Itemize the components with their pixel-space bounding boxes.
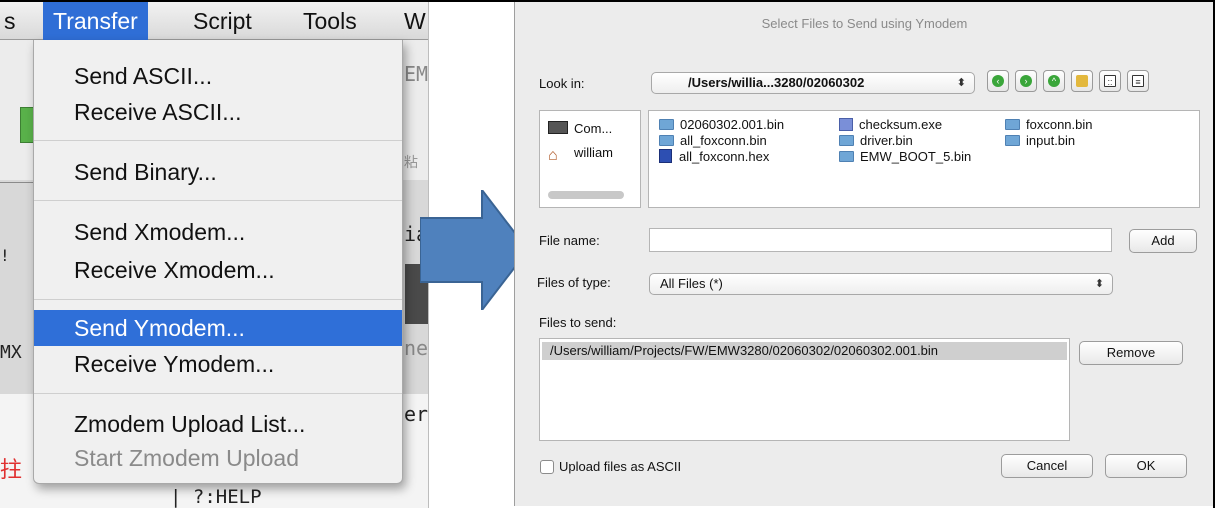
folder-icon	[839, 135, 854, 146]
folder-icon	[659, 119, 674, 130]
menu-item-send-binary[interactable]: Send Binary...	[34, 154, 402, 190]
files-to-send-list: /Users/william/Projects/FW/EMW3280/02060…	[539, 338, 1070, 441]
cancel-button[interactable]: Cancel	[1001, 454, 1093, 478]
menu-item-receive-ascii[interactable]: Receive ASCII...	[34, 94, 402, 130]
menu-item-receive-ymodem[interactable]: Receive Ymodem...	[34, 346, 402, 382]
menu-item-send-ymodem[interactable]: Send Ymodem...	[34, 310, 402, 346]
place-computer[interactable]: Com...	[548, 121, 612, 137]
file-item[interactable]: checksum.exe	[839, 117, 942, 133]
detail-view-button[interactable]: ≡	[1127, 70, 1149, 92]
list-view-icon: ::	[1104, 75, 1116, 87]
menu-bar-item-script[interactable]: Script	[183, 2, 262, 40]
look-in-value: /Users/willia...3280/02060302	[688, 75, 865, 90]
select-files-dialog: Select Files to Send using Ymodem Look i…	[514, 2, 1213, 506]
files-of-type-select[interactable]: All Files (*) ⬍	[649, 273, 1113, 295]
bg-text-eri: eri	[404, 402, 428, 426]
files-of-type-label: Files of type:	[537, 275, 611, 290]
folder-icon	[839, 151, 854, 162]
securecrt-transfer-menu-screenshot: EM 粘 ia ne ! MX eri 拄 | ?:HELP s Transfe…	[0, 2, 428, 508]
menu-separator	[34, 140, 402, 141]
menu-bar-item-w[interactable]: W	[394, 2, 428, 40]
menu-item-send-ascii[interactable]: Send ASCII...	[34, 58, 402, 94]
transfer-dropdown-menu: Send ASCII... Receive ASCII... Send Bina…	[33, 40, 403, 484]
bg-red-text: 拄	[0, 457, 23, 482]
bg-text-help: | ?:HELP	[170, 486, 262, 508]
menu-item-send-xmodem[interactable]: Send Xmodem...	[34, 214, 402, 250]
look-in-select[interactable]: /Users/willia...3280/02060302 ⬍	[651, 72, 975, 94]
menu-separator	[34, 200, 402, 201]
places-sidebar: Com... ⌂ william	[539, 110, 641, 208]
file-browser: 02060302.001.bin all_foxconn.bin all_fox…	[648, 110, 1200, 208]
new-folder-button[interactable]	[1071, 70, 1093, 92]
bg-text-mx: MX	[0, 342, 22, 363]
back-button[interactable]: ‹	[987, 70, 1009, 92]
computer-icon	[548, 121, 568, 134]
place-home[interactable]: ⌂ william	[548, 145, 613, 164]
ok-button[interactable]: OK	[1105, 454, 1187, 478]
bg-text-em: EM	[404, 62, 428, 86]
sidebar-scrollbar[interactable]	[548, 191, 624, 199]
file-item[interactable]: EMW_BOOT_5.bin	[839, 149, 971, 165]
menu-item-start-zmodem-upload: Start Zmodem Upload	[74, 445, 299, 471]
folder-icon	[1005, 135, 1020, 146]
remove-button[interactable]: Remove	[1079, 341, 1183, 365]
bg-text-cjk: 粘	[404, 155, 418, 171]
folder-icon	[659, 135, 674, 146]
folder-icon	[1005, 119, 1020, 130]
file-name-input[interactable]	[649, 228, 1112, 252]
dialog-title: Select Files to Send using Ymodem	[761, 16, 968, 31]
up-folder-button[interactable]: ^	[1043, 70, 1065, 92]
up-arrow-icon: ^	[1048, 75, 1060, 87]
file-item[interactable]: all_foxconn.bin	[659, 133, 767, 149]
menu-item-receive-xmodem[interactable]: Receive Xmodem...	[34, 252, 402, 288]
file-item[interactable]: driver.bin	[839, 133, 913, 149]
files-to-send-label: Files to send:	[539, 315, 617, 330]
look-in-label: Look in:	[539, 76, 585, 91]
menu-item-zmodem-upload-list[interactable]: Zmodem Upload List...	[34, 406, 402, 442]
detail-view-icon: ≡	[1132, 75, 1144, 87]
exe-file-icon	[839, 118, 853, 131]
upload-ascii-label: Upload files as ASCII	[559, 459, 682, 474]
file-item[interactable]: all_foxconn.hex	[659, 149, 769, 165]
hex-file-icon	[659, 149, 672, 163]
home-icon: ⌂	[548, 147, 558, 164]
back-arrow-icon: ‹	[992, 75, 1004, 87]
forward-button[interactable]: ›	[1015, 70, 1037, 92]
forward-arrow-icon: ›	[1020, 75, 1032, 87]
bg-text-bars: !	[0, 246, 10, 265]
file-item[interactable]: input.bin	[1005, 133, 1075, 149]
bg-text-ne: ne	[404, 336, 428, 360]
menu-bar: s Transfer Script Tools W	[0, 2, 428, 40]
file-name-label: File name:	[539, 233, 600, 248]
file-item[interactable]: foxconn.bin	[1005, 117, 1093, 133]
add-button[interactable]: Add	[1129, 229, 1197, 253]
chevron-updown-icon: ⬍	[956, 77, 966, 89]
upload-ascii-checkbox[interactable]	[540, 460, 554, 474]
menu-separator	[34, 393, 402, 394]
menu-bar-item-s[interactable]: s	[0, 2, 26, 40]
menu-bar-item-transfer[interactable]: Transfer	[43, 2, 148, 40]
bg-divider	[0, 182, 33, 183]
files-of-type-value: All Files (*)	[660, 276, 723, 291]
menu-separator	[34, 299, 402, 300]
list-view-button[interactable]: ::	[1099, 70, 1121, 92]
files-to-send-item[interactable]: /Users/william/Projects/FW/EMW3280/02060…	[542, 342, 1067, 360]
menu-bar-item-tools[interactable]: Tools	[293, 2, 367, 40]
file-item[interactable]: 02060302.001.bin	[659, 117, 784, 133]
new-folder-icon	[1076, 75, 1088, 87]
chevron-updown-icon: ⬍	[1094, 278, 1104, 290]
